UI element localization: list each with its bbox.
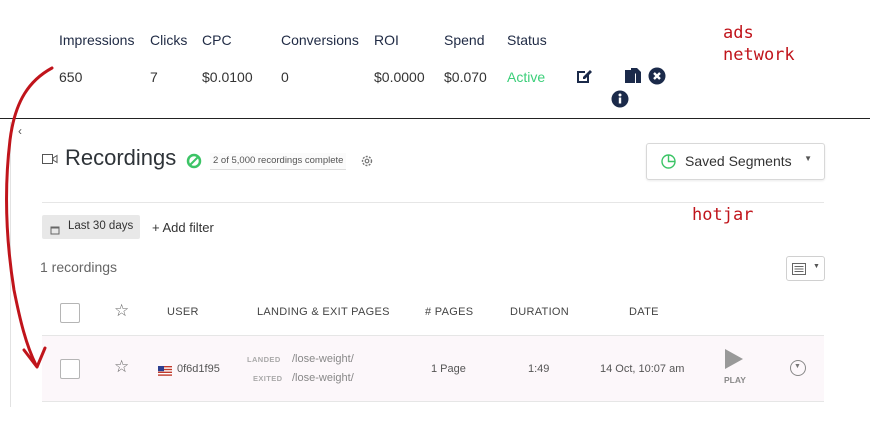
annotation-arrow — [5, 66, 54, 369]
